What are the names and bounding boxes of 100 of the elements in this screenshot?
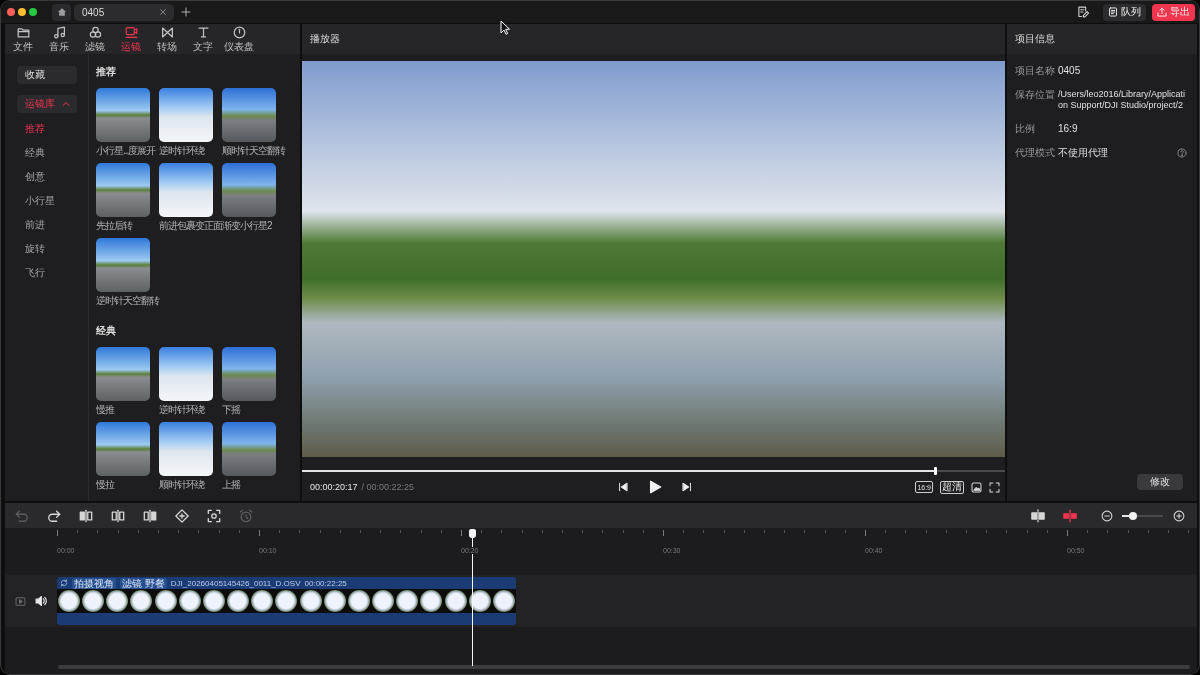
snap-icon[interactable] [1031, 508, 1045, 523]
field-value: /Users/leo2016/Library/Application Support/DJI Studio/project/2 [1058, 89, 1187, 111]
text-icon [196, 25, 210, 39]
plus-icon[interactable] [181, 7, 191, 17]
effect-thumbnail[interactable] [96, 238, 150, 292]
diamond-icon[interactable] [175, 508, 189, 523]
trim-left-icon[interactable] [79, 508, 93, 523]
zoom-in-icon[interactable] [1173, 509, 1185, 522]
image-icon[interactable] [971, 481, 982, 493]
link-split-icon[interactable] [1063, 508, 1077, 523]
effect-label: 顺时针环绕 [159, 479, 204, 491]
effect-label: 逆时针环绕 [159, 404, 204, 416]
speaker-icon[interactable] [35, 595, 47, 607]
toolbar-tab[interactable]: 音乐 [41, 24, 77, 54]
effect-thumbnail[interactable] [222, 88, 276, 142]
toolbar-tab[interactable]: 仪表盘 [221, 24, 257, 54]
effect-thumbnail[interactable] [159, 88, 213, 142]
close-icon[interactable] [159, 8, 167, 16]
video-frame [323, 590, 346, 612]
video-frame [396, 590, 419, 612]
gauge-icon [232, 25, 246, 39]
folder-icon [16, 25, 30, 39]
clip-duration: 00:00:22:25 [304, 578, 347, 588]
effect-thumbnail[interactable] [96, 163, 150, 217]
split-icon[interactable] [111, 508, 125, 523]
list-icon [1108, 7, 1118, 17]
video-frame [492, 590, 515, 612]
video-frame [299, 590, 322, 612]
window-close-icon[interactable] [7, 8, 15, 16]
horizontal-scrollbar[interactable] [58, 665, 1190, 669]
effect-thumbnail[interactable] [159, 347, 213, 401]
toolbar-tab[interactable]: 运镜 [113, 24, 149, 54]
effect-label: 小行星...度展开 [96, 145, 156, 157]
effect-label: 前进包裹变正面 [159, 220, 222, 232]
sidebar-item[interactable]: 前进 [5, 213, 88, 237]
toolbar-tab[interactable]: 转场 [149, 24, 185, 54]
zoom-slider[interactable] [1122, 514, 1163, 517]
library-header[interactable]: 运镜库 [17, 95, 77, 113]
skip-forward-icon[interactable] [682, 482, 692, 492]
effect-thumbnail[interactable] [222, 163, 276, 217]
field-label: 代理模式 [1015, 147, 1056, 159]
effect-label: 先拉后转 [96, 220, 132, 232]
video-frame [130, 590, 153, 612]
toolbar-tab[interactable]: 文件 [5, 24, 41, 54]
sidebar-item[interactable]: 小行星 [5, 189, 88, 213]
effect-label: 慢拉 [96, 479, 114, 491]
toolbar-tab[interactable]: 滤镜 [77, 24, 113, 54]
video-clip[interactable]: 拍摄视角 滤镜 野餐 DJI_20260405145426_0011_D.OSV 00:00:22:25 [57, 577, 516, 625]
video-frame [347, 590, 370, 612]
sidebar-item[interactable]: 推荐 [5, 117, 88, 141]
focus-frame-icon[interactable] [207, 508, 221, 523]
sidebar-item[interactable]: 经典 [5, 141, 88, 165]
video-track-icon[interactable] [15, 595, 26, 607]
play-icon[interactable] [648, 480, 662, 494]
video-frame [227, 590, 250, 612]
effect-thumbnail[interactable] [96, 88, 150, 142]
help-icon[interactable] [1177, 148, 1187, 158]
field-value: 16:9 [1058, 123, 1078, 135]
effect-label: 渐变小行星2 [222, 220, 272, 232]
sidebar-item[interactable]: 旋转 [5, 237, 88, 261]
effect-label: 慢推 [96, 404, 114, 416]
window-zoom-icon[interactable] [29, 8, 37, 16]
document-tab[interactable]: 0405 [74, 3, 174, 21]
camera-icon [124, 25, 138, 39]
effect-thumbnail[interactable] [222, 347, 276, 401]
panel-title: 播放器 [310, 32, 340, 46]
sidebar-item[interactable]: 创意 [5, 165, 88, 189]
redo-icon[interactable] [47, 508, 61, 523]
effect-thumbnail[interactable] [96, 347, 150, 401]
video-frame [82, 590, 105, 612]
home-button[interactable] [52, 3, 71, 21]
notes-icon[interactable] [1077, 6, 1089, 18]
favorites-button[interactable]: 收藏 [17, 66, 77, 84]
video-frame [251, 590, 274, 612]
effect-label: 逆时针环绕 [159, 145, 204, 157]
slider-thumb[interactable] [1129, 511, 1138, 520]
current-time: 00:00:20:17 [310, 482, 358, 492]
effect-thumbnail[interactable] [222, 422, 276, 476]
edit-button[interactable]: 修改 [1137, 474, 1183, 490]
toolbar-tab[interactable]: 文字 [185, 24, 221, 54]
effect-thumbnail[interactable] [159, 422, 213, 476]
fullscreen-icon[interactable] [989, 481, 1000, 493]
progress-thumb[interactable] [933, 467, 937, 475]
quality-button[interactable]: 超清 [940, 480, 964, 494]
playhead-handle[interactable] [468, 529, 476, 538]
trim-right-icon[interactable] [143, 508, 157, 523]
effect-label: 逆时针天空翻转 [96, 295, 159, 307]
zoom-out-icon[interactable] [1101, 509, 1113, 522]
clip-file-name: DJI_20260405145426_0011_D.OSV [170, 578, 301, 588]
video-frame [154, 590, 177, 612]
effect-thumbnail[interactable] [159, 163, 213, 217]
window-minimize-icon[interactable] [18, 8, 26, 16]
queue-button[interactable]: 队列 [1103, 3, 1146, 21]
video-frame [178, 590, 201, 612]
export-button[interactable]: 导出 [1152, 3, 1195, 21]
section-title: 推荐 [96, 66, 116, 78]
skip-back-icon[interactable] [618, 482, 628, 492]
effect-thumbnail[interactable] [96, 422, 150, 476]
effect-label: 上摇 [222, 479, 240, 491]
sidebar-item[interactable]: 飞行 [5, 261, 88, 285]
